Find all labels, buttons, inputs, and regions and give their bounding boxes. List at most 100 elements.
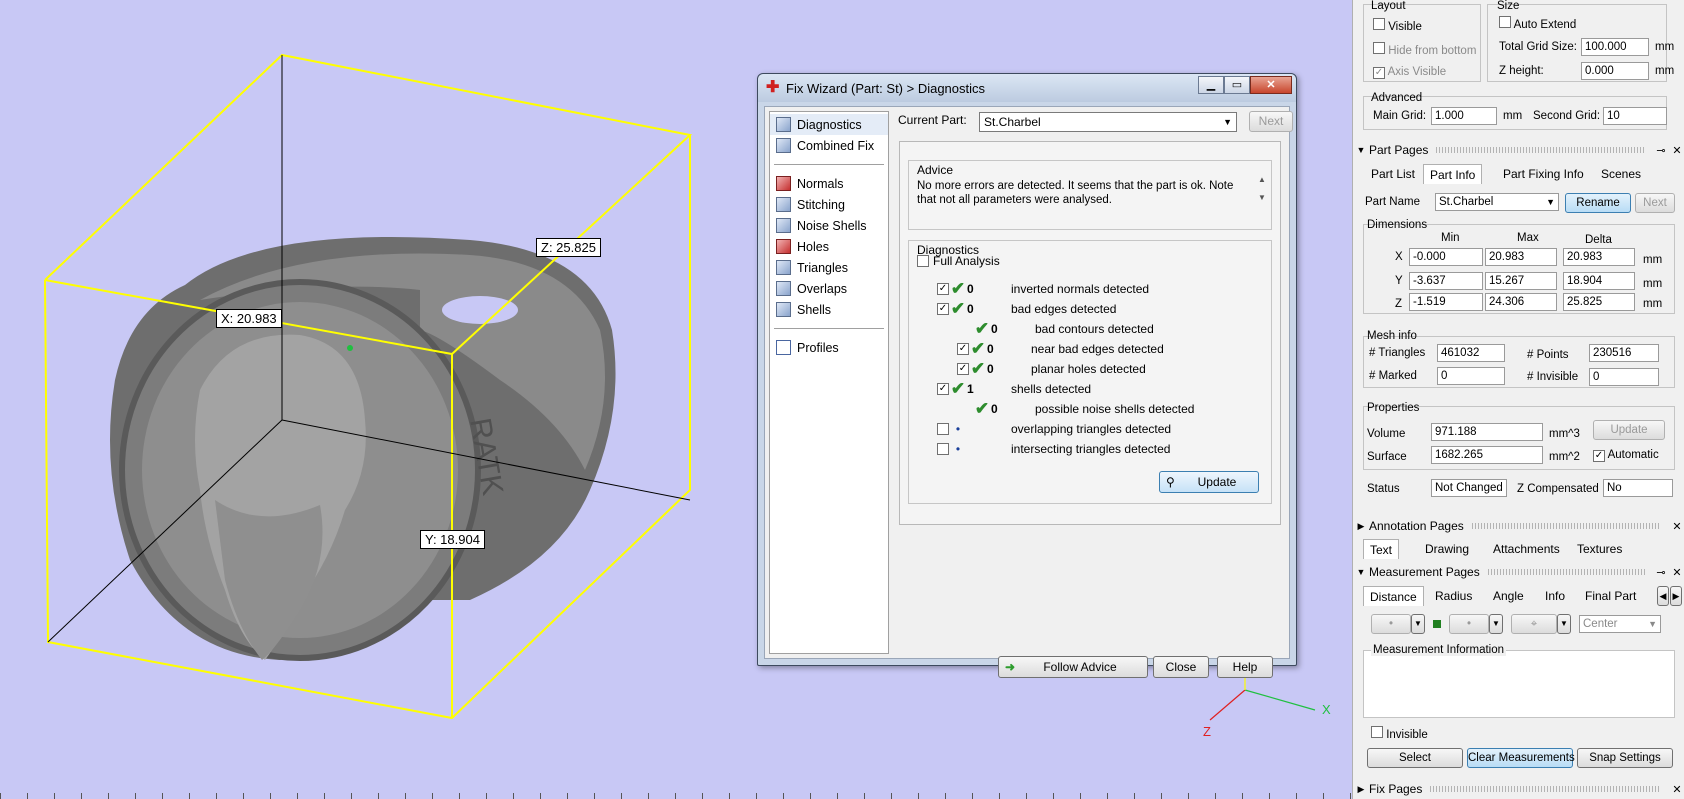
nav-diagnostics[interactable]: Diagnostics xyxy=(770,114,888,135)
part-pages-header[interactable]: ▼ Part Pages ⊸ ✕ xyxy=(1353,142,1684,158)
total-grid-unit: mm xyxy=(1655,41,1675,53)
pin-icon[interactable]: ⊸ xyxy=(1653,566,1669,579)
row-checkbox[interactable]: ✓ xyxy=(937,283,949,295)
snap-mode-button[interactable]: ⌖ xyxy=(1511,614,1557,634)
drag-grip[interactable] xyxy=(1430,786,1661,792)
marked-label: # Marked xyxy=(1369,370,1417,382)
annotation-pages-header[interactable]: ▶ Annotation Pages ✕ xyxy=(1353,518,1684,534)
main-grid-input[interactable]: 1.000 xyxy=(1431,107,1497,125)
nav-triangles[interactable]: Triangles xyxy=(770,257,888,278)
select-button[interactable]: Select xyxy=(1367,748,1463,768)
chevron-down-icon[interactable]: ▼ xyxy=(1411,614,1425,634)
auto-extend-option[interactable]: Auto Extend xyxy=(1499,16,1576,31)
help-button[interactable]: Help xyxy=(1217,656,1273,678)
tab-part-list[interactable]: Part List xyxy=(1365,164,1421,184)
tab-radius[interactable]: Radius xyxy=(1429,586,1478,606)
close-icon[interactable]: ✕ xyxy=(1669,520,1684,533)
clear-measurements-button[interactable]: Clear Measurements xyxy=(1467,748,1575,768)
red-cross-icon: ✚ xyxy=(766,79,780,96)
axis-visible-checkbox[interactable]: ✓ xyxy=(1373,67,1385,79)
nav-shells[interactable]: Shells xyxy=(770,299,888,320)
update-button[interactable]: ⚲ Update xyxy=(1159,471,1259,493)
tab-drawing[interactable]: Drawing xyxy=(1419,539,1475,559)
second-grid-input[interactable]: 10 xyxy=(1603,107,1667,125)
z-height-input[interactable]: 0.000 xyxy=(1581,62,1649,80)
nav-noise-shells[interactable]: Noise Shells xyxy=(770,215,888,236)
nav-holes[interactable]: Holes xyxy=(770,236,888,257)
nav-normals[interactable]: Normals xyxy=(770,173,888,194)
part-next-button[interactable]: Next xyxy=(1635,193,1675,213)
cube-icon xyxy=(776,197,791,212)
pin-icon[interactable]: ⊸ xyxy=(1653,144,1669,157)
snap-settings-button[interactable]: Snap Settings xyxy=(1577,748,1673,768)
full-analysis-checkbox[interactable] xyxy=(917,255,929,267)
automatic-option[interactable]: ✓ Automatic xyxy=(1593,449,1659,462)
row-checkbox[interactable]: ✓ xyxy=(957,363,969,375)
center-select[interactable]: Center ▼ xyxy=(1579,615,1661,633)
minimize-button[interactable]: ▁ xyxy=(1198,76,1224,94)
properties-update-button[interactable]: Update xyxy=(1593,420,1665,440)
close-button[interactable]: Close xyxy=(1153,656,1209,678)
row-checkbox[interactable] xyxy=(937,443,949,455)
drag-grip[interactable] xyxy=(1436,147,1645,153)
tab-part-info[interactable]: Part Info xyxy=(1423,164,1483,184)
maximize-button[interactable]: ▭ xyxy=(1224,76,1250,94)
tab-scroll-left[interactable]: ◀ xyxy=(1657,586,1669,606)
expand-triangle-icon[interactable]: ▶ xyxy=(1353,784,1369,795)
row-checkbox[interactable]: ✓ xyxy=(937,383,949,395)
full-analysis-option[interactable]: Full Analysis xyxy=(917,253,1000,269)
dialog-titlebar[interactable]: ✚ Fix Wizard (Part: St) > Diagnostics ▁ … xyxy=(758,74,1296,102)
current-part-select[interactable]: St.Charbel ▼ xyxy=(979,112,1237,132)
row-checkbox[interactable]: ✓ xyxy=(957,343,969,355)
chevron-down-icon[interactable]: ▼ xyxy=(1489,614,1503,634)
total-grid-input[interactable]: 100.000 xyxy=(1581,38,1649,56)
tab-text[interactable]: Text xyxy=(1363,539,1400,559)
part-name-select[interactable]: St.Charbel ▼ xyxy=(1435,193,1559,211)
automatic-checkbox[interactable]: ✓ xyxy=(1593,450,1605,462)
drag-grip[interactable] xyxy=(1471,523,1661,529)
close-icon[interactable]: ✕ xyxy=(1669,144,1684,157)
tab-scenes[interactable]: Scenes xyxy=(1595,164,1647,184)
point-picker-2[interactable]: • xyxy=(1449,614,1489,634)
invisible-checkbox[interactable] xyxy=(1371,726,1383,738)
auto-extend-checkbox[interactable] xyxy=(1499,16,1511,28)
tab-info[interactable]: Info xyxy=(1539,586,1571,606)
axis-visible-option[interactable]: ✓ Axis Visible xyxy=(1373,66,1446,79)
row-checkbox[interactable]: ✓ xyxy=(937,303,949,315)
close-icon[interactable]: ✕ xyxy=(1669,566,1684,579)
next-button[interactable]: Next xyxy=(1249,111,1293,132)
tab-textures[interactable]: Textures xyxy=(1571,539,1628,559)
expand-triangle-icon[interactable]: ▶ xyxy=(1353,521,1369,532)
nav-overlaps[interactable]: Overlaps xyxy=(770,278,888,299)
tab-distance[interactable]: Distance xyxy=(1363,586,1424,606)
invisible-option[interactable]: Invisible xyxy=(1371,726,1428,741)
tab-part-fixing-info[interactable]: Part Fixing Info xyxy=(1497,164,1590,184)
measurement-pages-header[interactable]: ▼ Measurement Pages ⊸ ✕ xyxy=(1353,564,1684,580)
tab-attachments[interactable]: Attachments xyxy=(1487,539,1566,559)
drag-grip[interactable] xyxy=(1487,569,1645,575)
nav-stitching[interactable]: Stitching xyxy=(770,194,888,215)
fix-wizard-dialog[interactable]: ✚ Fix Wizard (Part: St) > Diagnostics ▁ … xyxy=(757,73,1297,678)
nav-profiles[interactable]: Profiles xyxy=(770,337,888,358)
ring-model[interactable]: RATK xyxy=(110,237,616,661)
advice-scrollbar[interactable]: ▲ ▼ xyxy=(1255,175,1269,225)
tab-angle[interactable]: Angle xyxy=(1487,586,1530,606)
nav-combined-fix[interactable]: Combined Fix xyxy=(770,135,888,156)
row-checkbox[interactable] xyxy=(937,423,949,435)
visible-checkbox[interactable] xyxy=(1373,18,1385,30)
tab-scroll-right[interactable]: ▶ xyxy=(1670,586,1682,606)
z-dimension-label: Z: 25.825 xyxy=(536,238,601,257)
collapse-triangle-icon[interactable]: ▼ xyxy=(1353,145,1369,155)
close-window-button[interactable]: ✕ xyxy=(1250,76,1292,94)
fix-pages-header[interactable]: ▶ Fix Pages ✕ xyxy=(1353,781,1684,797)
visible-option[interactable]: Visible xyxy=(1373,18,1422,33)
tab-final-part[interactable]: Final Part xyxy=(1579,586,1642,606)
close-icon[interactable]: ✕ xyxy=(1669,783,1684,796)
hide-from-bottom-option[interactable]: Hide from bottom xyxy=(1373,42,1476,57)
rename-button[interactable]: Rename xyxy=(1565,193,1631,213)
follow-advice-button[interactable]: ➜ Follow Advice xyxy=(998,656,1148,678)
point-picker-1[interactable]: • xyxy=(1371,614,1411,634)
chevron-down-icon[interactable]: ▼ xyxy=(1557,614,1571,634)
hide-from-bottom-checkbox[interactable] xyxy=(1373,42,1385,54)
collapse-triangle-icon[interactable]: ▼ xyxy=(1353,567,1369,577)
